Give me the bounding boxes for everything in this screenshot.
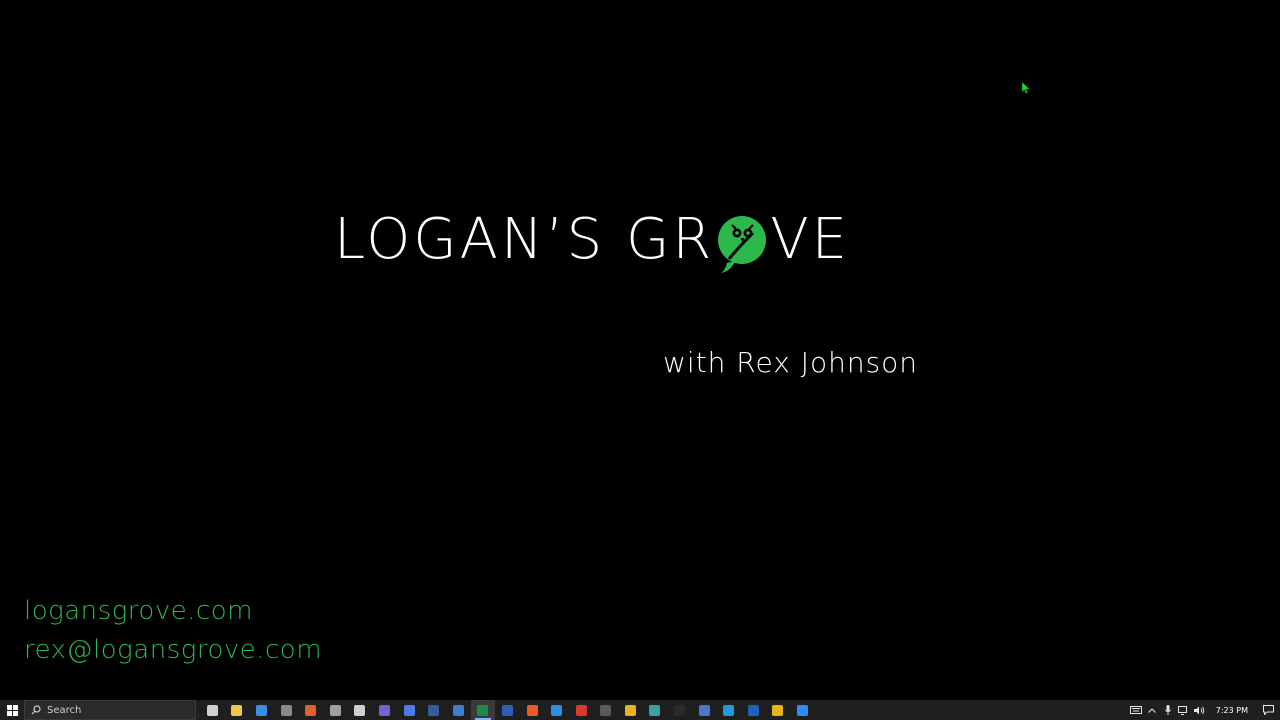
brave-icon — [526, 704, 538, 716]
taskbar-app-file-explorer[interactable] — [225, 700, 250, 720]
notification-center-icon[interactable] — [1256, 700, 1280, 720]
taskbar-app-app-blue-3[interactable] — [692, 700, 717, 720]
system-tray: 7:23 PM — [1128, 700, 1280, 720]
owl-leaf-logo-icon — [718, 216, 767, 273]
chevron-up-icon[interactable] — [1144, 700, 1160, 720]
taskbar-app-app-blue[interactable] — [446, 700, 471, 720]
taskbar-app-app-purple[interactable] — [372, 700, 397, 720]
calculator-icon — [280, 704, 292, 716]
taskbar-app-edge[interactable] — [716, 700, 741, 720]
taskbar-app-settings[interactable] — [348, 700, 373, 720]
taskbar-app-task-view[interactable] — [200, 700, 225, 720]
search-icon — [31, 705, 41, 715]
taskbar-app-app-blue-2[interactable] — [544, 700, 569, 720]
taskbar-app-media-player[interactable] — [397, 700, 422, 720]
volume-icon[interactable] — [1192, 700, 1208, 720]
taskbar-app-app-red-orange[interactable] — [298, 700, 323, 720]
taskbar-app-chrome-2[interactable] — [766, 700, 791, 720]
edge-icon — [723, 704, 735, 716]
taskbar-app-calculator[interactable] — [274, 700, 299, 720]
email-text: rex@logansgrove.com — [24, 635, 323, 665]
app-teal-icon — [649, 704, 661, 716]
zoom-icon — [797, 704, 809, 716]
taskbar-clock[interactable]: 7:23 PM — [1208, 706, 1256, 715]
chrome-2-icon — [772, 704, 784, 716]
task-view-icon — [206, 704, 218, 716]
taskbar-apps — [200, 700, 815, 720]
mouse-cursor-icon — [1022, 82, 1030, 94]
taskbar-app-console[interactable] — [667, 700, 692, 720]
tagline: with Rex Johnson — [663, 346, 919, 379]
media-player-icon — [403, 704, 415, 716]
logo-text-part2: VE — [770, 206, 851, 272]
word-icon — [501, 704, 513, 716]
taskbar-app-app-teal[interactable] — [643, 700, 668, 720]
taskbar-app-word[interactable] — [495, 700, 520, 720]
taskbar-app-excel[interactable] — [470, 700, 496, 720]
windows-logo-icon — [6, 704, 18, 716]
mail-icon — [255, 704, 267, 716]
taskbar-app-brave[interactable] — [520, 700, 545, 720]
keyboard-icon[interactable] — [1128, 700, 1144, 720]
taskbar-app-mail[interactable] — [249, 700, 274, 720]
taskbar-app-terminal-app[interactable] — [594, 700, 619, 720]
taskbar-app-zoom[interactable] — [790, 700, 815, 720]
chrome-icon — [624, 704, 636, 716]
excel-icon — [477, 704, 489, 716]
search-placeholder: Search — [47, 704, 82, 716]
desktop: LOGAN’S GR VE with Rex Johnson logansgro… — [0, 0, 1280, 700]
website-text: logansgrove.com — [24, 596, 253, 626]
network-icon[interactable] — [1176, 700, 1192, 720]
microphone-icon[interactable] — [1160, 700, 1176, 720]
start-button[interactable] — [0, 700, 24, 720]
taskbar-app-app-dark-blue[interactable] — [421, 700, 446, 720]
taskbar-app-chrome[interactable] — [618, 700, 643, 720]
logo-text-part1: LOGAN’S GR — [334, 206, 715, 272]
taskbar-app-outlook[interactable] — [741, 700, 766, 720]
outlook-icon — [747, 704, 759, 716]
file-explorer-icon — [231, 704, 243, 716]
taskbar-app-app-red[interactable] — [569, 700, 594, 720]
taskbar-search-box[interactable]: Search — [24, 700, 196, 720]
app-blue-icon — [452, 704, 464, 716]
app-blue-3-icon — [698, 704, 710, 716]
console-icon — [674, 704, 686, 716]
app-gray-icon — [329, 704, 341, 716]
app-red-icon — [575, 704, 587, 716]
app-purple-icon — [378, 704, 390, 716]
app-blue-2-icon — [551, 704, 563, 716]
taskbar-app-app-gray[interactable] — [323, 700, 348, 720]
logo-wordmark: LOGAN’S GR VE — [334, 204, 850, 274]
app-dark-blue-icon — [428, 704, 440, 716]
terminal-app-icon — [600, 704, 612, 716]
settings-icon — [354, 704, 366, 716]
app-red-orange-icon — [305, 704, 317, 716]
taskbar: Search 7:23 PM — [0, 700, 1280, 720]
